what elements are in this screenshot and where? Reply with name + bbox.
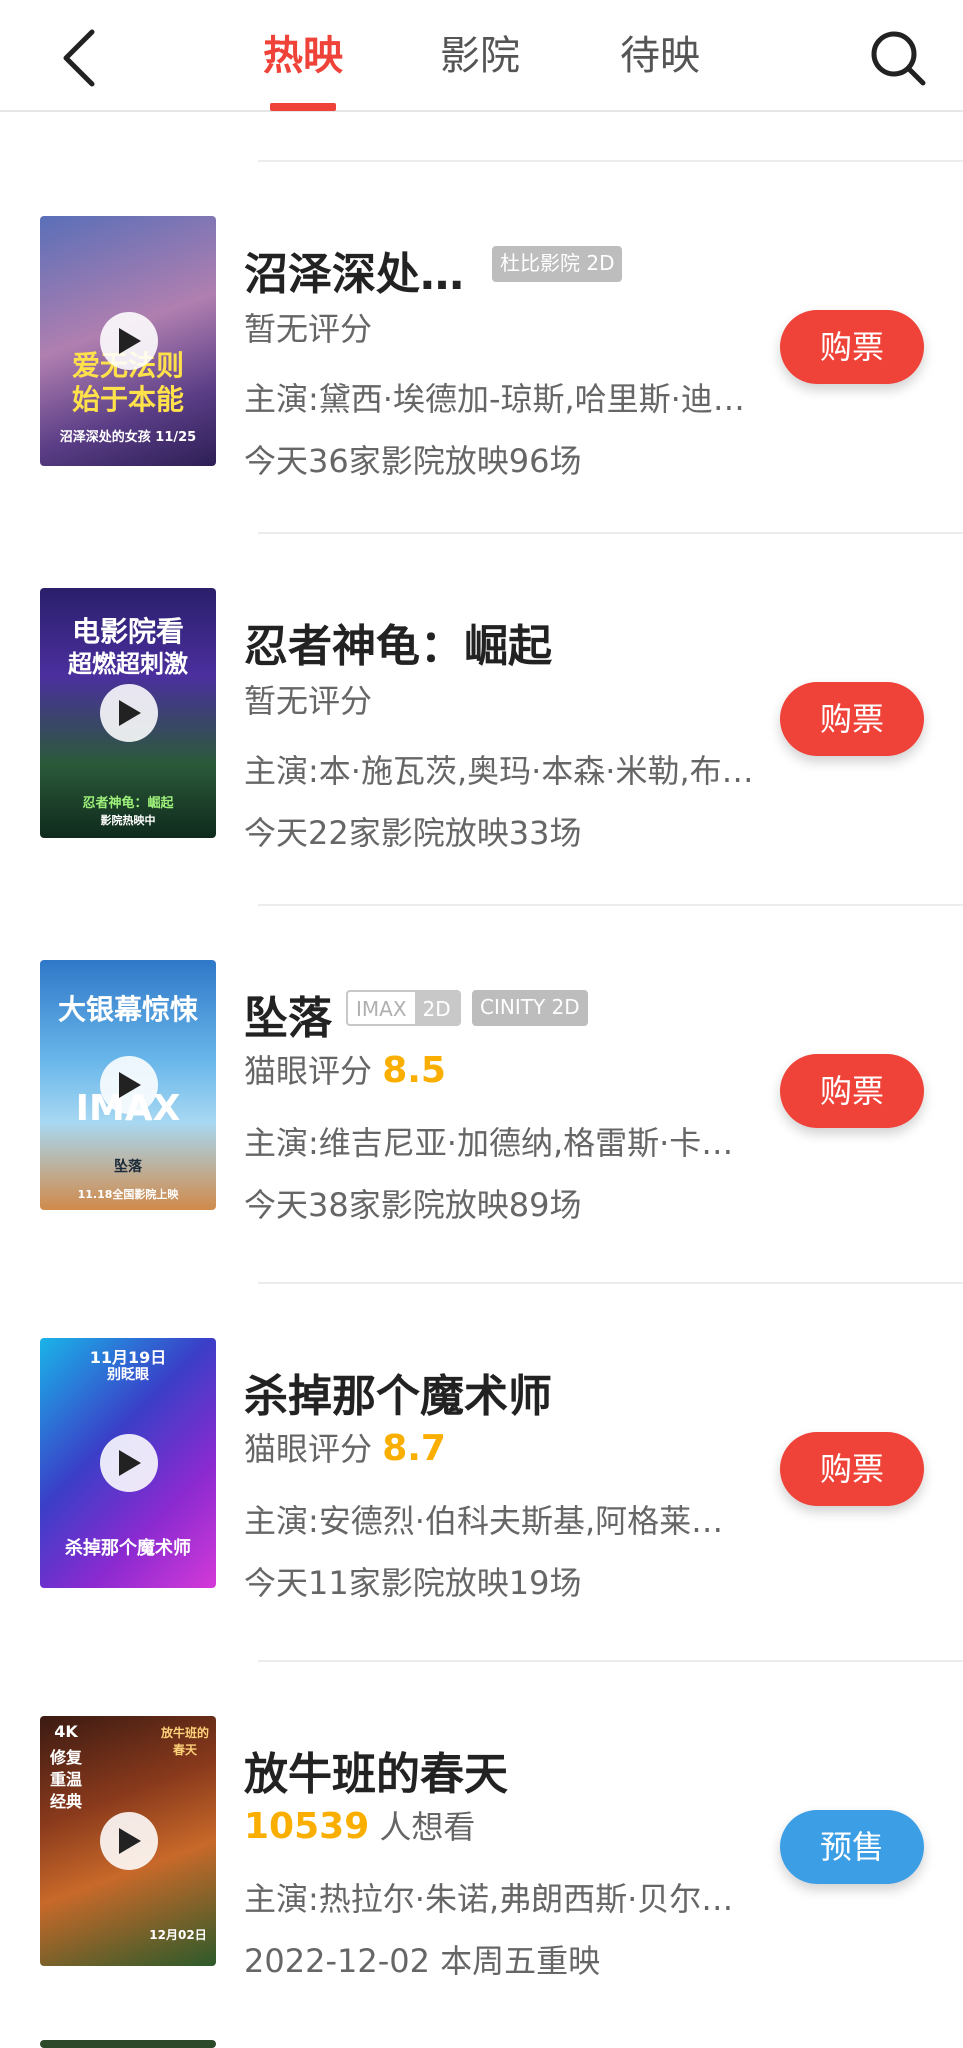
cast-text: 主演:安德烈·伯科夫斯基,阿格莱… [244,1502,724,1540]
rating-text: 猫眼评分 8.5 [244,1046,446,1092]
imax-format-tag: IMAX 2D [346,990,461,1026]
dimension-label: 2D [414,992,459,1024]
poster-caption: 11.18全国影院上映 [77,1188,179,1201]
poster-caption: 坠落 [114,1159,142,1175]
cinity-format-tag: CINITY 2D [472,990,588,1026]
play-trailer-icon[interactable] [100,684,158,742]
tab-bar: 热映 影院 待映 [0,0,963,112]
poster-caption: 沼泽深处的女孩 11/25 [59,430,197,445]
movie-item[interactable]: 大银幕惊悚 IMAX 坠落 11.18全国影院上映 坠落 IMAX 2D CIN… [0,960,963,1290]
schedule-text: 今天22家影院放映33场 [244,814,582,852]
play-trailer-icon[interactable] [100,1434,158,1492]
movie-poster[interactable]: 11月19日 别眨眼 杀掉那个魔术师 [40,1338,216,1588]
rating-score: 8.5 [382,1050,446,1091]
poster-caption: 4K [54,1722,78,1741]
cast-text: 主演:热拉尔·朱诺,弗朗西斯·贝尔… [244,1880,734,1918]
schedule-text: 今天36家影院放映96场 [244,442,582,480]
buy-ticket-button[interactable]: 购票 [780,682,924,756]
movie-poster[interactable]: 4K 修复 重温 经典 放牛班的春天 12月02日 [40,1716,216,1966]
buy-ticket-button[interactable]: 购票 [780,1432,924,1506]
schedule-text: 今天38家影院放映89场 [244,1186,582,1224]
movie-title: 沼泽深处… [244,249,464,300]
movie-item-partial[interactable] [0,2040,963,2048]
divider [258,1282,963,1284]
divider [258,160,963,162]
play-trailer-icon[interactable] [100,312,158,370]
schedule-text: 今天11家影院放映19场 [244,1564,582,1602]
rating-score: 8.7 [382,1428,446,1469]
movie-poster[interactable]: 大银幕惊悚 IMAX 坠落 11.18全国影院上映 [40,960,216,1210]
movie-title: 忍者神龟：崛起 [244,621,552,672]
rating-label: 猫眼评分 [244,1052,373,1090]
format-tag: 杜比影院 2D [492,246,623,282]
poster-caption: 杀掉那个魔术师 [65,1538,191,1559]
play-trailer-icon[interactable] [100,1812,158,1870]
movie-item[interactable]: 11月19日 别眨眼 杀掉那个魔术师 杀掉那个魔术师 猫眼评分 8.7 主演:安… [0,1338,963,1668]
imax-label: IMAX [356,997,407,1021]
top-nav-bar: 热映 影院 待映 [0,0,963,112]
movie-item[interactable]: 4K 修复 重温 经典 放牛班的春天 12月02日 放牛班的春天 10539 人… [0,1716,963,2046]
divider [258,532,963,534]
play-trailer-icon[interactable] [100,1056,158,1114]
rating-text: 猫眼评分 8.7 [244,1424,446,1470]
want-label: 人想看 [379,1808,476,1846]
poster-caption: 经典 [49,1792,82,1811]
tab-cinemas[interactable]: 影院 [420,26,540,86]
cast-text: 主演:维吉尼亚·加德纳,格雷斯·卡… [244,1124,734,1162]
movie-title: 坠落 [244,993,332,1044]
presale-button[interactable]: 预售 [780,1810,924,1884]
want-count: 10539 [244,1806,370,1847]
poster-caption: 大银幕惊悚 [57,993,198,1026]
poster-caption: 影院热映中 [100,814,156,827]
poster-caption: 放牛班的春天 [160,1726,209,1757]
movie-poster[interactable] [40,2040,216,2048]
poster-caption: 别眨眼 [107,1367,149,1383]
poster-caption: 超燃超刺激 [68,650,188,678]
movie-poster[interactable]: 电影院看 超燃超刺激 忍者神龟：崛起 影院热映中 [40,588,216,838]
movie-item[interactable]: 电影院看 超燃超刺激 忍者神龟：崛起 影院热映中 忍者神龟：崛起 暂无评分 主演… [0,588,963,918]
search-icon[interactable] [868,28,928,88]
tab-now-showing[interactable]: 热映 [243,26,363,86]
movie-poster[interactable]: 爱无法则 始于本能 沼泽深处的女孩 11/25 [40,216,216,466]
divider [258,904,963,906]
schedule-text: 2022-12-02 本周五重映 [244,1942,601,1980]
cast-text: 主演:本·施瓦茨,奥玛·本森·米勒,布… [244,752,754,790]
movie-title: 放牛班的春天 [244,1749,508,1800]
buy-ticket-button[interactable]: 购票 [780,310,924,384]
rating-text: 暂无评分 [244,682,373,720]
movie-item[interactable]: 爱无法则 始于本能 沼泽深处的女孩 11/25 沼泽深处… 杜比影院 2D 暂无… [0,216,963,546]
cast-text: 主演:黛西·埃德加-琼斯,哈里斯·迪… [244,380,745,418]
divider [258,1660,963,1662]
poster-caption: 12月02日 [149,1928,207,1942]
rating-label: 猫眼评分 [244,1430,373,1468]
poster-caption: 修复 [49,1748,82,1767]
want-to-watch-text: 10539 人想看 [244,1802,475,1848]
tab-coming-soon[interactable]: 待映 [600,26,720,86]
buy-ticket-button[interactable]: 购票 [780,1054,924,1128]
poster-caption: 重温 [49,1770,82,1789]
active-tab-indicator [270,103,336,111]
rating-text: 暂无评分 [244,310,373,348]
poster-caption: 始于本能 [71,383,184,416]
movie-title: 杀掉那个魔术师 [244,1371,552,1422]
poster-caption: 忍者神龟：崛起 [82,796,174,811]
